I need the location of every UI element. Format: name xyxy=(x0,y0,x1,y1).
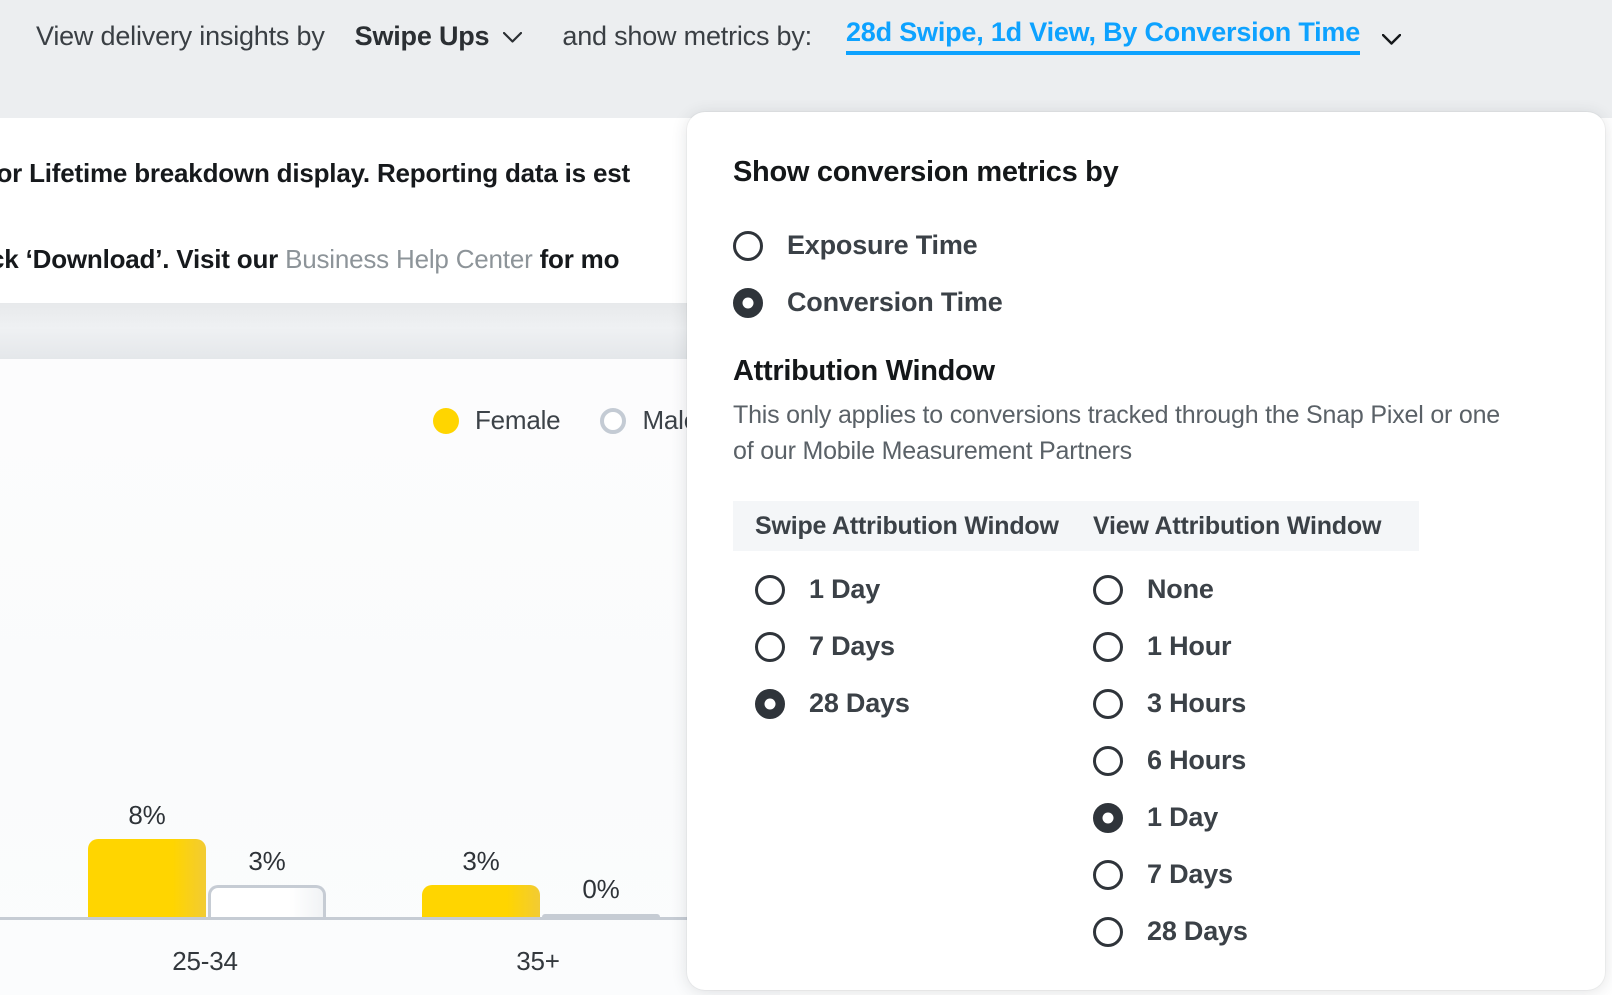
bar-female-35plus[interactable] xyxy=(422,885,540,917)
view-option-1-hour[interactable]: 1 Hour xyxy=(1093,618,1248,675)
radio-unselected-icon[interactable] xyxy=(1093,859,1123,890)
screen-root: View delivery insights by Swipe Ups and … xyxy=(0,0,1612,995)
radio-unselected-icon[interactable] xyxy=(1093,688,1123,719)
view-option-1-day[interactable]: 1 Day xyxy=(1093,789,1248,846)
radio-unselected-icon[interactable] xyxy=(1093,745,1123,776)
x-tick-35plus: 35+ xyxy=(516,946,560,976)
radio-unselected-icon[interactable] xyxy=(755,631,785,662)
radio-option-conversion-time[interactable]: Conversion Time xyxy=(733,274,1559,331)
breakdown-prefix-label: View delivery insights by xyxy=(36,20,325,51)
column-header-view: View Attribution Window xyxy=(1093,511,1382,540)
bar-label-female-25-34: 8% xyxy=(128,800,166,830)
view-option-label-28-days: 28 Days xyxy=(1147,916,1248,946)
legend-swatch-male-icon xyxy=(600,407,627,434)
breakdown-dropdown-value[interactable]: Swipe Ups xyxy=(355,21,490,52)
insights-control-bar: View delivery insights by Swipe Ups and … xyxy=(0,0,1612,118)
chevron-down-icon[interactable] xyxy=(503,31,523,43)
legend-label-female: Female xyxy=(474,405,561,435)
conversion-metrics-popover: Show conversion metrics by Exposure Time… xyxy=(687,112,1605,990)
view-option-label-7-days: 7 Days xyxy=(1147,859,1233,889)
swipe-option-28-days[interactable]: 28 Days xyxy=(755,675,1093,732)
radio-unselected-icon[interactable] xyxy=(755,574,785,605)
swipe-option-label-7-days: 7 Days xyxy=(809,631,895,661)
radio-selected-icon[interactable] xyxy=(1093,802,1123,833)
chart-x-axis xyxy=(0,917,780,920)
view-option-label-1-day: 1 Day xyxy=(1147,802,1219,832)
attribution-window-description: This only applies to conversions tracked… xyxy=(733,401,1501,465)
swipe-attribution-column: 1 Day 7 Days 28 Days xyxy=(733,561,1093,960)
legend-swatch-female-icon xyxy=(432,407,459,434)
legend-item-female[interactable]: Female xyxy=(432,405,561,436)
attribution-table-header: Swipe Attribution Window View Attributio… xyxy=(733,501,1419,551)
legend-item-male[interactable]: Male xyxy=(600,405,698,436)
x-tick-25-34: 25-34 xyxy=(172,946,238,976)
radio-label-exposure-time: Exposure Time xyxy=(787,230,978,260)
view-option-none[interactable]: None xyxy=(1093,561,1248,618)
notice-line-1: for Lifetime breakdown display. Reportin… xyxy=(0,158,630,188)
attribution-options-columns: 1 Day 7 Days 28 Days None 1 Hour 3 Hours… xyxy=(733,561,1559,960)
chart-bars: 8% 3% 3% 0% xyxy=(0,687,780,917)
view-option-label-3-hours: 3 Hours xyxy=(1147,688,1247,718)
popover-heading: Show conversion metrics by xyxy=(733,156,1119,188)
bar-label-male-35plus: 0% xyxy=(582,874,620,904)
radio-selected-icon[interactable] xyxy=(733,287,763,318)
demographics-chart: Female Male 8% 3% 3% 0% 25-34 35+ xyxy=(0,303,780,995)
radio-label-conversion-time: Conversion Time xyxy=(787,287,1003,317)
swipe-option-label-28-days: 28 Days xyxy=(809,688,910,718)
view-option-6-hours[interactable]: 6 Hours xyxy=(1093,732,1248,789)
bar-label-female-35plus: 3% xyxy=(462,846,500,876)
chevron-down-icon-metrics[interactable] xyxy=(1382,33,1402,45)
column-header-swipe: Swipe Attribution Window xyxy=(755,511,1059,540)
reporting-notice: for Lifetime breakdown display. Reportin… xyxy=(0,118,780,280)
bar-group-35plus: 3% 0% xyxy=(400,687,680,917)
radio-unselected-icon[interactable] xyxy=(1093,574,1123,605)
metrics-dropdown-value[interactable]: 28d Swipe, 1d View, By Conversion Time xyxy=(845,17,1360,55)
bar-male-35plus[interactable] xyxy=(542,914,660,917)
radio-option-exposure-time[interactable]: Exposure Time xyxy=(733,217,1559,274)
bar-female-25-34[interactable] xyxy=(88,839,206,917)
view-option-7-days[interactable]: 7 Days xyxy=(1093,846,1248,903)
notice-line-2: lick ‘Download’. Visit our Business Help… xyxy=(0,238,780,280)
notice-line-2-prefix: lick ‘Download’. Visit our xyxy=(0,244,286,275)
chart-toolbar-band xyxy=(0,303,780,359)
radio-unselected-icon[interactable] xyxy=(1093,631,1123,662)
view-option-label-1-hour: 1 Hour xyxy=(1147,631,1232,661)
insights-page-card: for Lifetime breakdown display. Reportin… xyxy=(0,118,780,995)
bar-male-25-34[interactable] xyxy=(208,885,326,917)
chart-plot-area: Female Male 8% 3% 3% 0% 25-34 35+ xyxy=(0,359,780,995)
view-option-label-none: None xyxy=(1147,574,1214,604)
radio-unselected-icon[interactable] xyxy=(1093,916,1123,947)
business-help-center-link[interactable]: Business Help Center xyxy=(285,244,533,274)
bar-label-male-25-34: 3% xyxy=(248,846,286,876)
radio-unselected-icon[interactable] xyxy=(733,230,763,261)
radio-selected-icon[interactable] xyxy=(755,688,785,719)
swipe-option-label-1-day: 1 Day xyxy=(809,574,881,604)
swipe-option-1-day[interactable]: 1 Day xyxy=(755,561,1093,618)
notice-line-2-suffix: for mo xyxy=(532,244,620,275)
view-option-3-hours[interactable]: 3 Hours xyxy=(1093,675,1248,732)
view-attribution-column: None 1 Hour 3 Hours 6 Hours 1 Day 7 Days… xyxy=(1093,561,1248,960)
view-option-label-6-hours: 6 Hours xyxy=(1147,745,1247,775)
chart-legend: Female Male xyxy=(393,405,698,436)
attribution-window-heading: Attribution Window xyxy=(733,355,995,387)
bar-group-25-34: 8% 3% xyxy=(60,687,340,917)
view-option-28-days[interactable]: 28 Days xyxy=(1093,903,1248,960)
swipe-option-7-days[interactable]: 7 Days xyxy=(755,618,1093,675)
metrics-prefix-label: and show metrics by: xyxy=(562,20,812,51)
